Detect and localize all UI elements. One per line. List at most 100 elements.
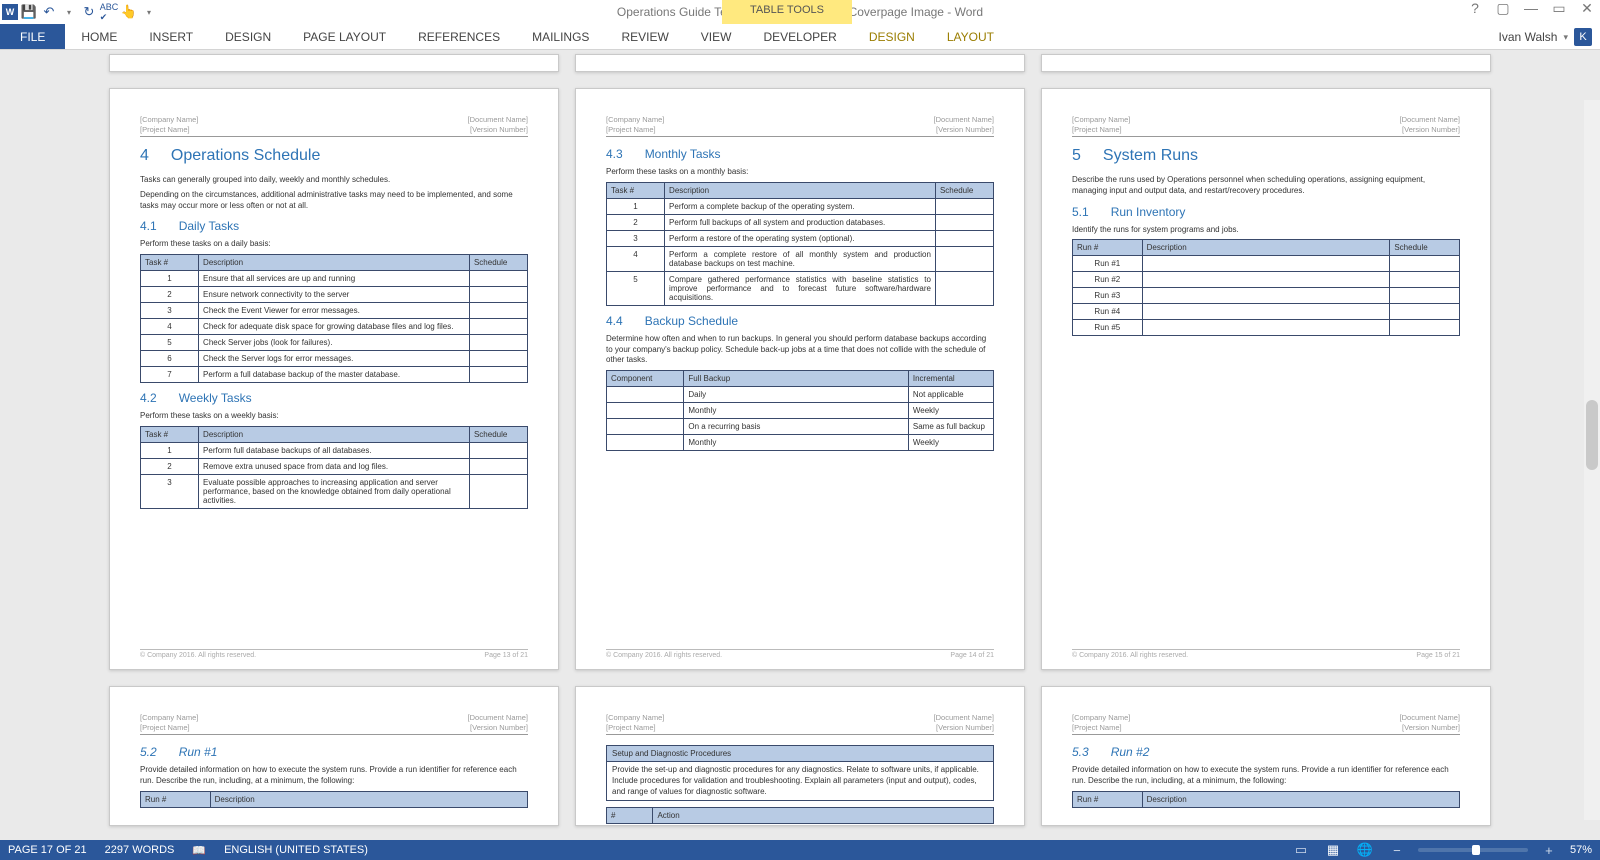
maximize-icon[interactable]: ▭ [1550, 0, 1568, 17]
table-row: 7Perform a full database backup of the m… [141, 367, 528, 383]
page-13[interactable]: [Company Name][Project Name] [Document N… [109, 88, 559, 670]
run1-table[interactable]: Run #Description [140, 791, 528, 808]
scrollbar-thumb[interactable] [1586, 400, 1598, 470]
tab-insert[interactable]: INSERT [133, 24, 209, 49]
document-workspace[interactable]: [Company Name][Project Name] [Document N… [0, 50, 1600, 840]
help-icon[interactable]: ? [1466, 0, 1484, 17]
table-row: 4Perform a complete restore of all month… [607, 246, 994, 271]
tab-design[interactable]: DESIGN [209, 24, 287, 49]
table-row: DailyNot applicable [607, 387, 994, 403]
tab-references[interactable]: REFERENCES [402, 24, 516, 49]
status-bar: PAGE 17 OF 21 2297 WORDS 📖 ENGLISH (UNIT… [0, 840, 1600, 860]
table-row: Run #5 [1073, 320, 1460, 336]
heading-4: 4Operations Schedule [140, 147, 528, 165]
page-16[interactable]: [Company Name][Project Name] [Document N… [109, 686, 559, 826]
account-menu[interactable]: Ivan Walsh ▾ K [1499, 28, 1592, 46]
run-inventory-table[interactable]: Run #DescriptionSchedule Run #1 Run #2 R… [1072, 239, 1460, 336]
tab-view[interactable]: VIEW [685, 24, 748, 49]
tab-table-layout[interactable]: LAYOUT [931, 24, 1010, 49]
zoom-level[interactable]: 57% [1570, 844, 1592, 856]
page-header: [Company Name][Project Name] [Document N… [1072, 115, 1460, 137]
table-row: Run #2 [1073, 272, 1460, 288]
proofing-icon[interactable]: 📖 [192, 844, 206, 857]
backup-schedule-table[interactable]: ComponentFull BackupIncremental DailyNot… [606, 370, 994, 451]
page-14[interactable]: [Company Name][Project Name] [Document N… [575, 88, 1025, 670]
tab-page-layout[interactable]: PAGE LAYOUT [287, 24, 402, 49]
page-header: [Company Name][Project Name] [Document N… [140, 115, 528, 137]
tab-file[interactable]: FILE [0, 24, 65, 49]
page-header: [Company Name][Project Name] [Document N… [606, 713, 994, 735]
monthly-intro: Perform these tasks on a monthly basis: [606, 167, 994, 178]
close-icon[interactable]: ✕ [1578, 0, 1596, 17]
page-18[interactable]: [Company Name][Project Name] [Document N… [1041, 686, 1491, 826]
save-icon[interactable]: 💾 [20, 3, 38, 21]
page-17[interactable]: [Company Name][Project Name] [Document N… [575, 686, 1025, 826]
page-footer: © Company 2016. All rights reserved.Page… [606, 649, 994, 659]
heading-4-1: 4.1Daily Tasks [140, 219, 528, 233]
quick-access-toolbar: W 💾 ↶ ▾ ↻ ABC✔ 👆 ▾ [0, 3, 158, 21]
table-tools-label: TABLE TOOLS [722, 0, 852, 24]
tab-mailings[interactable]: MAILINGS [516, 24, 605, 49]
redo-icon[interactable]: ↻ [80, 3, 98, 21]
table-row: 1Perform a complete backup of the operat… [607, 198, 994, 214]
table-row: On a recurring basisSame as full backup [607, 419, 994, 435]
undo-icon[interactable]: ↶ [40, 3, 58, 21]
table-row: 2Ensure network connectivity to the serv… [141, 287, 528, 303]
setup-title: Setup and Diagnostic Procedures [607, 746, 993, 762]
status-page[interactable]: PAGE 17 OF 21 [8, 844, 87, 856]
setup-box[interactable]: Setup and Diagnostic Procedures Provide … [606, 745, 994, 801]
word-icon: W [2, 4, 18, 20]
account-dropdown-icon: ▾ [1563, 32, 1568, 43]
page-header: [Company Name][Project Name] [Document N… [140, 713, 528, 735]
table-row: 2Remove extra unused space from data and… [141, 458, 528, 474]
tab-table-design[interactable]: DESIGN [853, 24, 931, 49]
table-row: 3Check the Event Viewer for error messag… [141, 303, 528, 319]
page-footer: © Company 2016. All rights reserved.Page… [140, 649, 528, 659]
setup-body: Provide the set-up and diagnostic proced… [607, 762, 993, 800]
run2-intro: Provide detailed information on how to e… [1072, 765, 1460, 787]
ribbon-tabs: FILE HOME INSERT DESIGN PAGE LAYOUT REFE… [0, 24, 1600, 50]
qat-customize-icon[interactable]: ▾ [140, 3, 158, 21]
tab-developer[interactable]: DEVELOPER [747, 24, 852, 49]
diag-table[interactable]: #Action [606, 807, 994, 824]
page-15[interactable]: [Company Name][Project Name] [Document N… [1041, 88, 1491, 670]
web-layout-icon[interactable]: 🌐 [1354, 842, 1376, 858]
title-bar: W 💾 ↶ ▾ ↻ ABC✔ 👆 ▾ Operations Guide Temp… [0, 0, 1600, 24]
table-row: 5Compare gathered performance statistics… [607, 271, 994, 305]
page-footer: © Company 2016. All rights reserved.Page… [1072, 649, 1460, 659]
intro-text-2: Depending on the circumstances, addition… [140, 190, 528, 212]
status-language[interactable]: ENGLISH (UNITED STATES) [224, 844, 368, 856]
status-words[interactable]: 2297 WORDS [105, 844, 175, 856]
zoom-out-icon[interactable]: − [1386, 842, 1408, 858]
tab-home[interactable]: HOME [65, 24, 133, 49]
vertical-scrollbar[interactable] [1584, 100, 1600, 820]
spelling-icon[interactable]: ABC✔ [100, 3, 118, 21]
table-row: Run #1 [1073, 256, 1460, 272]
undo-dropdown-icon[interactable]: ▾ [60, 3, 78, 21]
table-row: 6Check the Server logs for error message… [141, 351, 528, 367]
weekly-tasks-table[interactable]: Task #DescriptionSchedule 1Perform full … [140, 426, 528, 509]
print-layout-icon[interactable]: ▦ [1322, 842, 1344, 858]
table-row: 5Check Server jobs (look for failures). [141, 335, 528, 351]
read-mode-icon[interactable]: ▭ [1290, 842, 1312, 858]
minimize-icon[interactable]: — [1522, 0, 1540, 17]
zoom-slider[interactable] [1418, 848, 1528, 852]
zoom-thumb[interactable] [1472, 845, 1480, 855]
table-row: 1Perform full database backups of all da… [141, 442, 528, 458]
table-row: 3Perform a restore of the operating syst… [607, 230, 994, 246]
zoom-in-icon[interactable]: + [1538, 842, 1560, 858]
touch-mode-icon[interactable]: 👆 [120, 3, 138, 21]
intro-text: Tasks can generally grouped into daily, … [140, 175, 528, 186]
table-row: MonthlyWeekly [607, 435, 994, 451]
run2-table[interactable]: Run #Description [1072, 791, 1460, 808]
ribbon-options-icon[interactable]: ▢ [1494, 0, 1512, 17]
tab-review[interactable]: REVIEW [605, 24, 684, 49]
weekly-intro: Perform these tasks on a weekly basis: [140, 411, 528, 422]
table-row: Run #3 [1073, 288, 1460, 304]
daily-tasks-table[interactable]: Task #DescriptionSchedule 1Ensure that a… [140, 254, 528, 383]
page-prev-2 [575, 54, 1025, 72]
heading-5-3: 5.3Run #2 [1072, 745, 1460, 759]
backup-intro: Determine how often and when to run back… [606, 334, 994, 366]
heading-4-2: 4.2Weekly Tasks [140, 391, 528, 405]
monthly-tasks-table[interactable]: Task #DescriptionSchedule 1Perform a com… [606, 182, 994, 306]
